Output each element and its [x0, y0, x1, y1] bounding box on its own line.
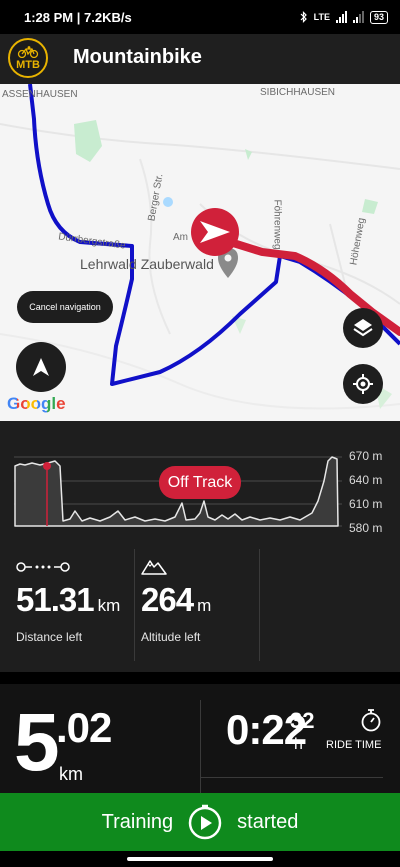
layers-icon — [353, 319, 373, 337]
elevation-profile[interactable]: 670 m 640 m 610 m 580 m Off Track — [0, 421, 400, 549]
elevation-tick-640: 640 m — [349, 473, 383, 487]
speed-unit: km — [59, 764, 83, 784]
navigation-button[interactable] — [16, 342, 66, 392]
training-toggle-button[interactable]: Training started — [0, 793, 400, 851]
stat-divider — [134, 549, 135, 661]
training-label: Training — [101, 810, 174, 833]
map-label-sibichhausen: SIBICHHAUSEN — [260, 87, 336, 98]
my-location-button[interactable] — [343, 364, 383, 404]
route-dots-icon — [16, 562, 70, 572]
off-track-badge: Off Track — [159, 466, 241, 499]
stat-distance-left: 51.31 km Distance left — [16, 549, 134, 661]
metrics-divider — [200, 700, 201, 800]
elevation-tick-670: 670 m — [349, 449, 383, 463]
distance-label: Distance left — [16, 630, 83, 644]
distance-value: 51.31 km — [16, 581, 121, 618]
app-bar: MTB Mountainbike — [0, 34, 400, 84]
google-attribution: Google — [7, 394, 66, 413]
battery-indicator: 93 — [369, 10, 388, 24]
network-type: LTE — [313, 12, 330, 22]
speed-integer: 5 — [14, 697, 60, 788]
mountain-icon — [141, 560, 167, 575]
status-bar: 1:28 PM | 7.2KB/s LTE 93 — [0, 0, 400, 34]
altitude-unit: m — [197, 596, 212, 615]
mtb-logo: MTB — [8, 38, 48, 78]
stats-panel: 51.31 km Distance left 264 m Altitude left — [0, 549, 400, 672]
cancel-navigation-button[interactable]: Cancel navigation — [17, 291, 113, 323]
map-label-lehrwald: Lehrwald Zauberwald — [80, 256, 214, 272]
bluetooth-icon — [300, 11, 307, 23]
stat-altitude-left: 264 m Altitude left — [141, 549, 259, 661]
play-stopwatch-icon — [188, 804, 222, 840]
map-label-am: Am — [173, 232, 188, 243]
altitude-label: Altitude left — [141, 630, 201, 644]
gps-target-icon — [353, 374, 373, 394]
stopwatch-icon — [361, 709, 381, 732]
speed-decimal: .02 — [56, 704, 112, 751]
logo-text: MTB — [16, 59, 40, 71]
app-title: Mountainbike — [73, 46, 202, 68]
home-indicator — [0, 851, 400, 867]
status-time: 1:28 PM — [24, 9, 74, 25]
metrics-h-divider — [200, 777, 383, 778]
map-label-assenhausen: ASSENHAUSEN — [2, 89, 78, 100]
ride-time-label: RIDE TIME — [326, 739, 382, 751]
training-status: started — [237, 810, 299, 833]
ride-time-seconds: 32 — [290, 708, 315, 733]
status-right: LTE 93 — [300, 10, 388, 24]
map-label-fohrenweg: Föhrenweg — [271, 199, 283, 250]
navigation-arrow-icon — [33, 358, 49, 376]
map-view[interactable]: ASSENHAUSEN SIBICHHAUSEN Berger Str. Föh… — [0, 84, 400, 421]
status-network-speed: 7.2KB/s — [84, 9, 132, 25]
ride-time-unit: h — [294, 736, 303, 753]
layers-button[interactable] — [343, 308, 383, 348]
signal-icon-2 — [352, 11, 364, 23]
bike-icon — [17, 46, 39, 58]
metrics-panel: 5 .02 km 0:22 32 h RIDE TIME — [0, 672, 400, 800]
stat-divider-2 — [259, 549, 260, 661]
distance-unit: km — [97, 596, 121, 615]
altitude-value: 264 m — [141, 581, 212, 618]
status-left: 1:28 PM | 7.2KB/s — [24, 9, 132, 25]
elevation-tick-580: 580 m — [349, 521, 383, 535]
signal-icon — [335, 11, 347, 23]
elevation-tick-610: 610 m — [349, 497, 383, 511]
